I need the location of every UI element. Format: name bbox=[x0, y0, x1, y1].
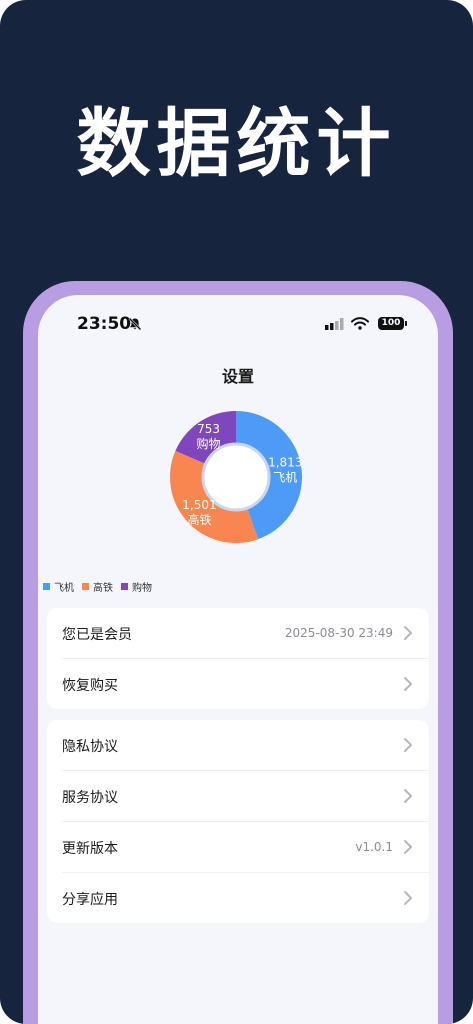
privacy-policy-label: 隐私协议 bbox=[62, 739, 118, 755]
restore-purchase-label: 恢复购买 bbox=[62, 678, 118, 694]
legend-label-shopping: 购物 bbox=[132, 583, 152, 594]
legend-swatch-train bbox=[82, 583, 89, 590]
battery-tip bbox=[405, 321, 407, 326]
donut-chart: 1,813飞机 1,501高铁 753购物 bbox=[170, 411, 302, 543]
promo-poster: 数据统计 23:50 100 设置 1,813 飞机 1,501 高铁 753 … bbox=[0, 0, 473, 1024]
chevron-right-icon bbox=[404, 840, 412, 854]
share-app-label: 分享应用 bbox=[62, 892, 118, 908]
chevron-right-icon bbox=[404, 677, 412, 691]
chevron-right-icon bbox=[404, 626, 412, 640]
battery-icon: 100 bbox=[378, 317, 404, 330]
wifi-icon bbox=[351, 317, 369, 330]
privacy-policy-row[interactable]: 隐私协议 bbox=[47, 720, 429, 770]
share-app-row[interactable]: 分享应用 bbox=[47, 873, 429, 923]
chevron-right-icon bbox=[404, 891, 412, 905]
service-agreement-label: 服务协议 bbox=[62, 790, 118, 806]
legend-swatch-shopping bbox=[121, 583, 128, 590]
chart-legend: 飞机 高铁 购物 bbox=[43, 579, 152, 594]
data-label-plane: 1,813 bbox=[268, 456, 302, 470]
category-label-plane: 飞机 bbox=[273, 471, 297, 485]
legend-swatch-plane bbox=[43, 583, 50, 590]
signal-icon bbox=[325, 318, 344, 330]
data-label-shopping: 753 bbox=[197, 422, 220, 436]
service-agreement-row[interactable]: 服务协议 bbox=[47, 771, 429, 821]
category-label-shopping: 购物 bbox=[197, 436, 221, 451]
category-label-train: 高铁 bbox=[187, 512, 211, 527]
bell-slash-icon bbox=[128, 317, 142, 331]
settings-card: 隐私协议 服务协议 更新版本 v1.0.1 分享应用 bbox=[47, 720, 429, 923]
update-version-row[interactable]: 更新版本 v1.0.1 bbox=[47, 822, 429, 872]
member-status-label: 您已是会员 bbox=[62, 627, 132, 643]
legend-label-train: 高铁 bbox=[93, 583, 113, 594]
legend-label-plane: 飞机 bbox=[54, 583, 74, 594]
membership-card: 您已是会员 2025-08-30 23:49 恢复购买 bbox=[47, 608, 429, 709]
restore-purchase-row[interactable]: 恢复购买 bbox=[47, 659, 429, 709]
data-label-train: 1,501 bbox=[182, 498, 216, 512]
update-version-label: 更新版本 bbox=[62, 841, 118, 857]
legend-item-plane[interactable]: 飞机 bbox=[43, 579, 74, 594]
member-expiry-date: 2025-08-30 23:49 bbox=[284, 626, 393, 640]
member-status-row[interactable]: 您已是会员 2025-08-30 23:49 bbox=[47, 608, 429, 658]
status-bar: 23:50 100 bbox=[38, 295, 438, 351]
headline: 数据统计 bbox=[76, 101, 397, 187]
page-title: 设置 bbox=[221, 367, 254, 386]
phone-screen: 23:50 100 设置 1,813 飞机 1,501 高铁 753 购物 飞机… bbox=[38, 295, 438, 1024]
legend-item-shopping[interactable]: 购物 bbox=[121, 579, 152, 594]
chevron-right-icon bbox=[404, 738, 412, 752]
chevron-right-icon bbox=[404, 789, 412, 803]
status-time: 23:50 bbox=[77, 314, 132, 334]
legend-item-train[interactable]: 高铁 bbox=[82, 579, 113, 594]
version-number: v1.0.1 bbox=[355, 840, 393, 854]
